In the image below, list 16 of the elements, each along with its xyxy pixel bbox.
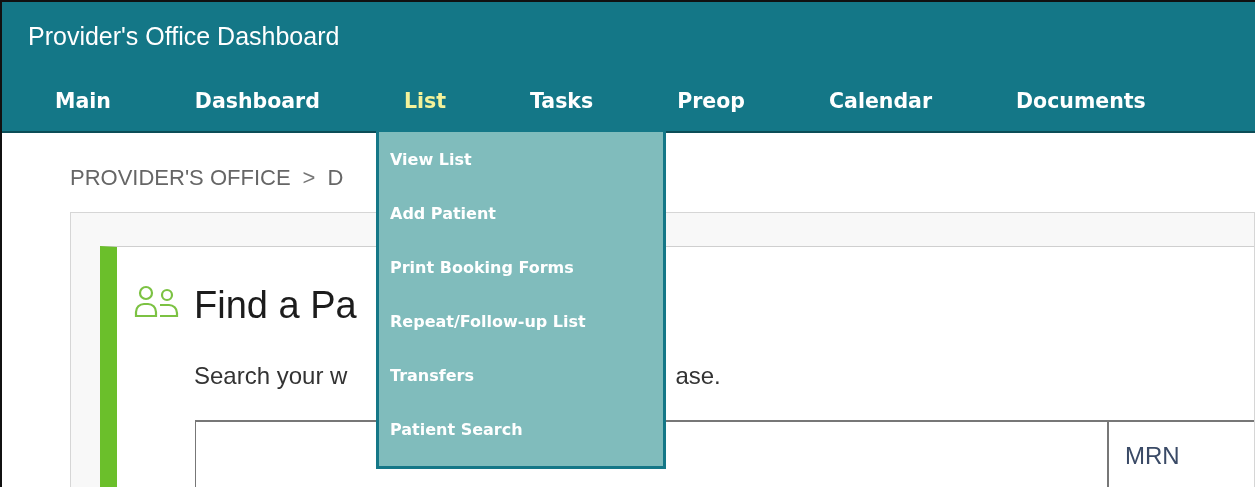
panel-subtitle: Search your w — [194, 361, 348, 391]
breadcrumb-separator: > — [302, 164, 316, 192]
nav-tab[interactable]: Documents — [1016, 86, 1146, 117]
nav-tab[interactable]: Main — [55, 86, 111, 117]
panel-title: Find a Pa — [194, 283, 357, 328]
nav-tab[interactable]: Dashboard — [194, 86, 320, 117]
nav-tab[interactable]: List — [403, 86, 446, 117]
breadcrumb-link[interactable]: PROVIDER'S OFFICE — [70, 161, 291, 194]
nav-tab[interactable]: Calendar — [829, 86, 933, 117]
window-title: Provider's Office Dashboard — [27, 21, 341, 52]
panel-subtitle: ase. — [675, 361, 721, 391]
column-header: MRN — [1125, 442, 1180, 469]
nav-tab[interactable]: Preop — [677, 86, 745, 117]
nav-tab[interactable]: Tasks — [530, 86, 594, 117]
users-icon — [134, 284, 180, 319]
breadcrumb-link[interactable]: D — [327, 161, 344, 194]
